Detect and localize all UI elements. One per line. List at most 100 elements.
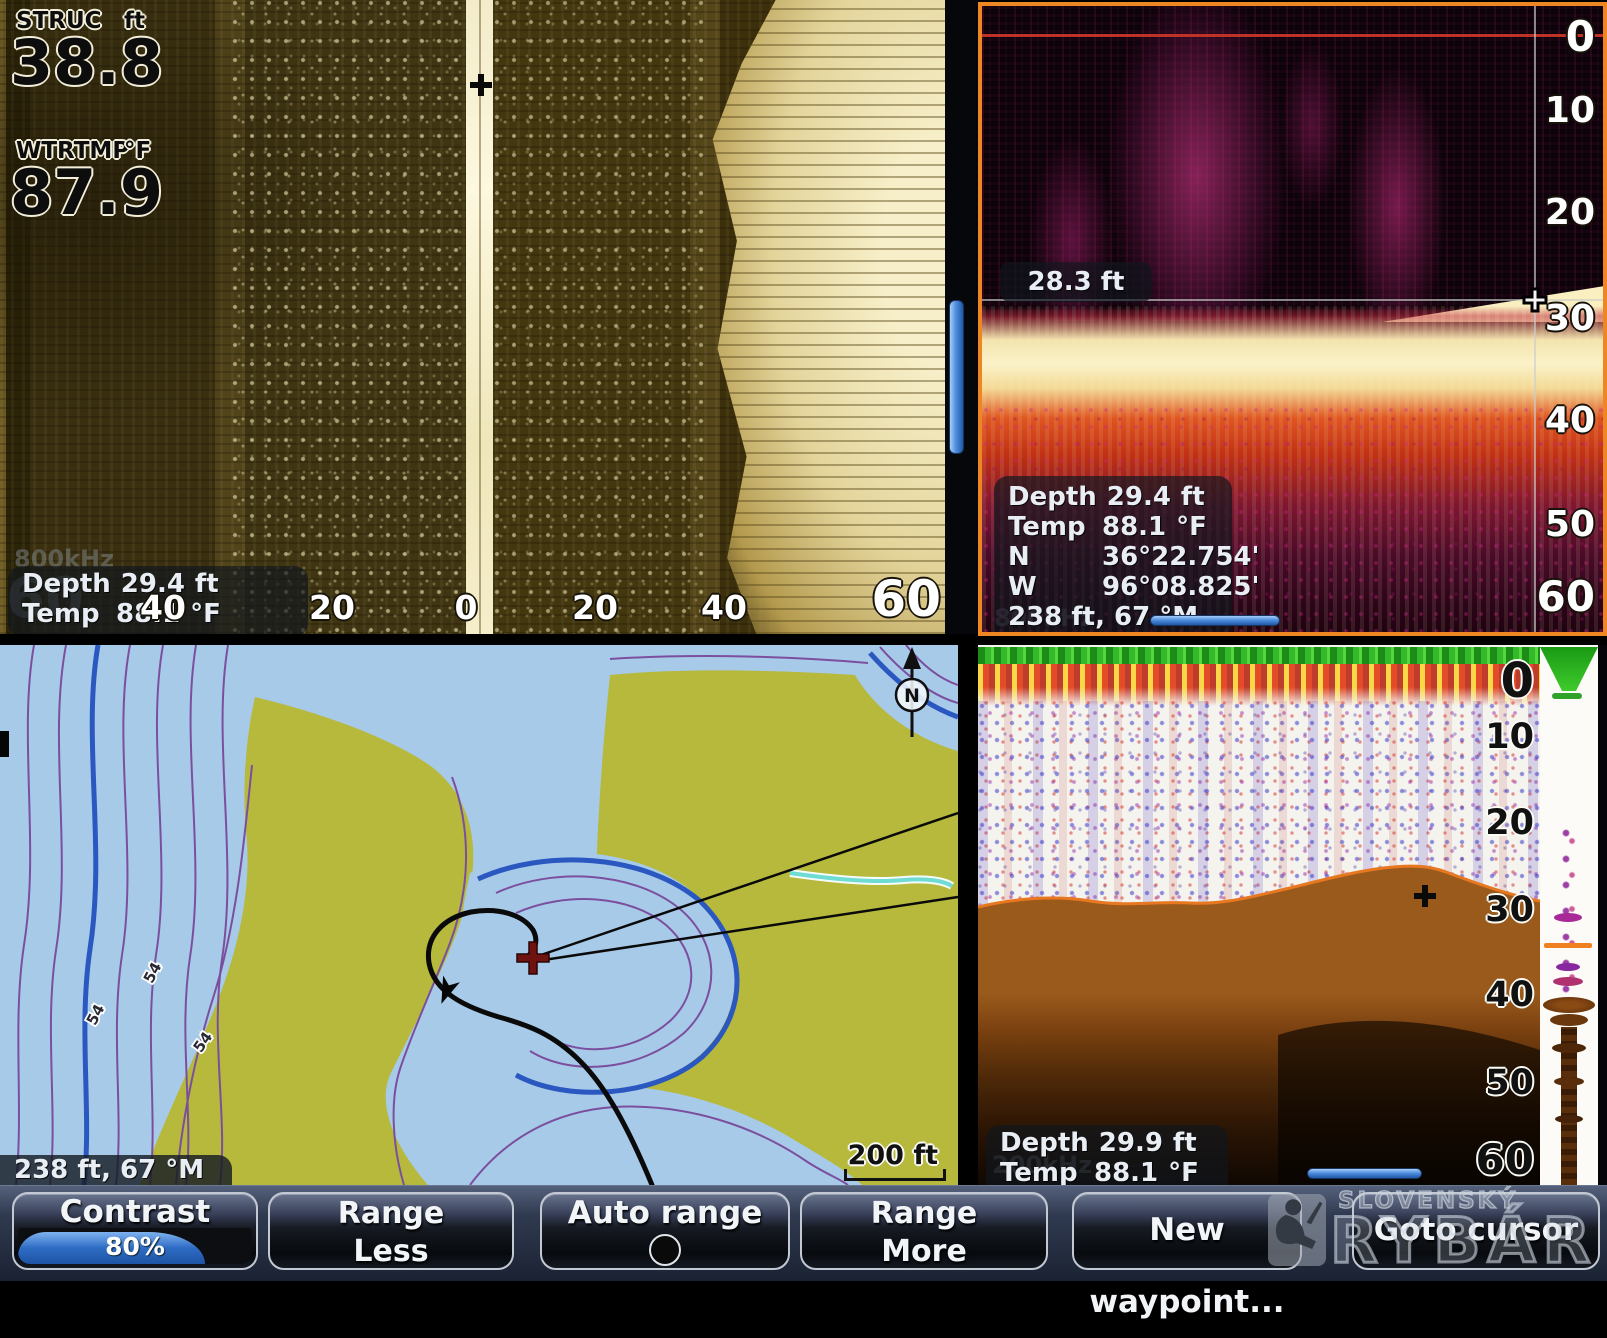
range-more-line1: Range — [802, 1194, 1046, 1232]
range-less-line2: Less — [270, 1232, 512, 1270]
flasher-magenta-blob — [1554, 913, 1582, 922]
panel-downscan-active[interactable]: 28.3 ft 0 10 20 30 40 50 60 800kHz Depth… — [978, 2, 1607, 636]
sonar-depth-tick: 10 — [1485, 717, 1534, 757]
downscan-depth-tick: 20 — [1545, 192, 1595, 233]
sidescan-range-ghost: 60 — [6, 566, 84, 631]
new-waypoint-label: New waypoint... — [1074, 1194, 1300, 1338]
panel-sidescan[interactable]: STRUC ft 38.8 WTRTMP °F 87.9 800kHz 60 D… — [0, 0, 945, 634]
flasher-orange-dash — [1544, 943, 1592, 948]
flasher-bottom-blob — [1543, 997, 1595, 1013]
struc-unit: ft — [124, 8, 145, 34]
depth-unit: ft — [1181, 482, 1205, 512]
depth-label: Depth — [1008, 482, 1097, 512]
contrast-label: Contrast — [14, 1194, 256, 1230]
downscan-cursor-icon — [1522, 287, 1548, 313]
downscan-frequency: 800kHz — [994, 604, 1094, 632]
lat-label: N — [1008, 542, 1092, 572]
downscan-info-box: Depth29.4ft Temp88.1°F N36°22.754' W96°0… — [994, 476, 1232, 636]
temp-label: Temp — [1008, 512, 1092, 542]
downscan-cursor-depth-box: 28.3 ft — [1000, 262, 1152, 302]
downscan-water-texture — [982, 6, 1603, 321]
depth-value: 29.4 — [121, 569, 185, 599]
downscan-depth-tick: 0 — [1566, 12, 1595, 61]
downscan-cursor-vline — [1534, 6, 1536, 636]
goto-cursor-label: Goto cursor — [1354, 1194, 1598, 1266]
struc-label: STRUC — [16, 8, 102, 34]
downscan-bottom-band — [982, 306, 1603, 636]
sidescan-tick: 0 — [455, 588, 478, 627]
sidescan-texture — [0, 0, 945, 634]
panel-chart[interactable]: N 54 54 54 238 ft, 67 °M 200 ft — [0, 645, 958, 1185]
wtrtmp-value: 87.9 — [10, 156, 163, 229]
sidescan-bright-return — [703, 0, 945, 634]
chart-map: N 54 54 54 — [0, 645, 958, 1185]
range-more-line2: More — [802, 1232, 1046, 1270]
goto-cursor-button[interactable]: Goto cursor — [1352, 1192, 1600, 1270]
sidescan-tick: 20 — [309, 588, 355, 627]
temp-unit: °F — [1176, 512, 1207, 542]
depth-unit: ft — [1173, 1128, 1197, 1158]
new-waypoint-button[interactable]: New waypoint... — [1072, 1192, 1302, 1270]
downscan-depth-tick: 10 — [1545, 90, 1595, 131]
downscan-surface-line — [982, 34, 1603, 37]
range-less-line1: Range — [270, 1194, 512, 1232]
lon-label: W — [1008, 572, 1092, 602]
wtrtmp-unit: °F — [124, 138, 151, 164]
north-label: N — [904, 685, 920, 707]
flasher-magenta-blob — [1553, 977, 1583, 986]
range-more-button[interactable]: Range More — [800, 1192, 1048, 1270]
contrast-progress-track: 80% — [18, 1228, 252, 1264]
sidescan-clutter-left — [232, 0, 468, 634]
flasher-green-dash — [1552, 693, 1582, 699]
flasher-target-dots — [1540, 825, 1598, 995]
struc-value: 38.8 — [10, 26, 163, 99]
sidescan-scrollbar[interactable] — [949, 300, 964, 454]
temp-label: Temp — [22, 599, 106, 629]
contrast-value: 80% — [18, 1232, 252, 1261]
panel-sonar[interactable]: 0 10 20 30 40 50 60 200kHz Depth29.9ft T… — [978, 645, 1607, 1185]
flasher-bottom-blob — [1550, 1014, 1588, 1026]
sonar-depth-tick: 30 — [1485, 890, 1534, 930]
depth-label: Depth — [1000, 1128, 1089, 1158]
sonar-frequency: 200kHz — [992, 1151, 1092, 1179]
contrast-button[interactable]: Contrast 80% — [12, 1192, 258, 1270]
sidescan-range-max: 60 — [871, 570, 941, 628]
sidescan-clutter-right — [494, 0, 706, 634]
flasher-bottom-blob — [1554, 1077, 1584, 1086]
temp-label: Temp — [1000, 1158, 1084, 1185]
sonar-surface-band — [978, 647, 1540, 664]
auto-range-button[interactable]: Auto range — [540, 1192, 790, 1270]
downscan-bottom-rise — [1382, 284, 1603, 322]
sonar-info-box: Depth29.9ft Temp88.1°F — [986, 1125, 1228, 1185]
depth-value: 29.9 — [1099, 1128, 1163, 1158]
sidescan-water-column — [466, 0, 493, 634]
temp-value: 88.1 — [1094, 1158, 1158, 1185]
flasher-surface-blob — [1540, 647, 1598, 691]
sidescan-info-box: Depth29.4ft Temp88.1°F — [8, 566, 308, 634]
sidescan-tick: 40 — [701, 588, 747, 627]
downscan-depth-tick: 40 — [1545, 400, 1595, 441]
sidescan-frequency: 800kHz — [14, 545, 114, 573]
fishfinder-screen: { "panels": { "sidescan": { "struc": {"l… — [0, 0, 1607, 1280]
temp-unit: °F — [190, 599, 221, 629]
sonar-scrollbar[interactable] — [1307, 1168, 1422, 1179]
sonar-target-speckle — [978, 701, 1540, 951]
range-less-button[interactable]: Range Less — [268, 1192, 514, 1270]
flasher-bottom-blob — [1555, 1115, 1583, 1123]
depth-unit: ft — [195, 569, 219, 599]
temp-value: 88.1 — [116, 599, 180, 629]
depth-value: 29.4 — [1107, 482, 1171, 512]
sonar-depth-tick: 50 — [1485, 1063, 1534, 1103]
sonar-water — [978, 645, 1540, 1185]
downscan-cursor-depth: 28.3 ft — [1000, 262, 1152, 302]
downscan-depth-tick: 30 — [1545, 298, 1595, 339]
lon-value: 96°08.825' — [1102, 572, 1259, 602]
downscan-depth-tick: 60 — [1537, 572, 1595, 621]
downscan-deep-speckle — [982, 406, 1603, 636]
sonar-depth-tick: 0 — [1501, 653, 1534, 709]
sonar-flasher-column — [1540, 645, 1598, 1185]
lat-value: 36°22.754' — [1102, 542, 1259, 572]
wtrtmp-label: WTRTMP — [16, 138, 129, 164]
auto-range-label: Auto range — [542, 1194, 788, 1232]
downscan-scrollbar[interactable] — [1150, 615, 1280, 626]
